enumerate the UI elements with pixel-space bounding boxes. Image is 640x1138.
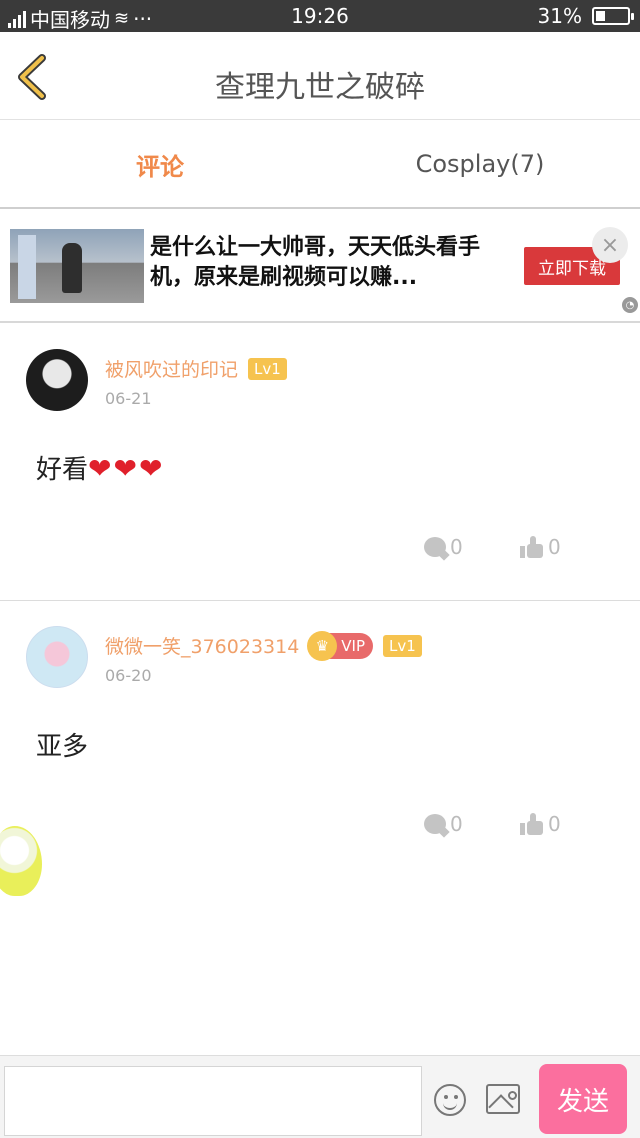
thumbs-up-icon xyxy=(520,536,544,558)
tab-bar: 评论 Cosplay(7) xyxy=(0,121,640,209)
ad-text[interactable]: 是什么让一大帅哥，天天低头看手机，原来是刷视频可以赚... xyxy=(150,233,510,293)
like-count: 0 xyxy=(548,812,561,836)
comment-input[interactable] xyxy=(4,1066,422,1136)
reply-count: 0 xyxy=(450,812,463,836)
comment-text-block: 亚多 xyxy=(36,726,88,763)
comment-bubble-icon xyxy=(424,814,446,834)
avatar[interactable] xyxy=(26,349,88,411)
comment-bubble-icon xyxy=(424,537,446,557)
battery-percent: 31% xyxy=(537,4,582,28)
like-button[interactable]: 0 xyxy=(520,812,561,836)
level-badge: Lv1 xyxy=(383,634,422,657)
ad-image-person xyxy=(62,243,82,293)
send-button[interactable]: 发送 xyxy=(539,1064,627,1134)
tab-cosplay[interactable]: Cosplay(7) xyxy=(320,121,640,207)
battery-fill xyxy=(596,11,606,21)
comment-date: 06-21 xyxy=(105,389,152,408)
top-navigation-bar: 查理九世之破碎 xyxy=(0,32,640,120)
battery-icon xyxy=(592,7,634,25)
thumbs-up-icon xyxy=(520,813,544,835)
ad-banner[interactable]: 是什么让一大帅哥，天天低头看手机，原来是刷视频可以赚... 立即下载 × ◔ xyxy=(0,211,640,323)
reply-button[interactable]: 0 xyxy=(424,812,463,836)
reply-button[interactable]: 0 xyxy=(424,535,463,559)
ad-marker-icon: ◔ xyxy=(622,297,638,313)
ad-image-pillar xyxy=(18,235,36,299)
like-count: 0 xyxy=(548,535,561,559)
emoji-icon[interactable] xyxy=(434,1084,466,1116)
comment-text: 亚多 xyxy=(36,732,89,762)
comment-text: 好看 xyxy=(36,455,89,485)
ad-image[interactable] xyxy=(10,229,144,303)
vip-badge: ♛ VIP xyxy=(307,630,374,661)
comment-text-block: 好看❤❤❤ xyxy=(36,449,164,486)
crown-icon: ♛ xyxy=(307,630,338,661)
vip-label: VIP xyxy=(341,636,366,655)
comment-username[interactable]: 被风吹过的印记 xyxy=(105,355,238,382)
comment-user-row: 被风吹过的印记 Lv1 xyxy=(105,355,287,382)
image-icon[interactable] xyxy=(486,1084,520,1114)
status-bar: 中国移动 ≋ ··· 19:26 31% xyxy=(0,0,640,32)
heart-emoji: ❤❤❤ xyxy=(88,452,165,485)
comment-item: 被风吹过的印记 Lv1 06-21 好看❤❤❤ 0 0 xyxy=(0,325,640,601)
status-right: 31% xyxy=(537,4,634,28)
comment-username[interactable]: 微微一笑_376023314 xyxy=(105,632,299,659)
level-badge: Lv1 xyxy=(248,357,287,380)
avatar[interactable] xyxy=(26,626,88,688)
comment-input-bar: 发送 xyxy=(0,1055,640,1138)
like-button[interactable]: 0 xyxy=(520,535,561,559)
comment-date: 06-20 xyxy=(105,666,152,685)
page-title: 查理九世之破碎 xyxy=(215,70,425,105)
reply-count: 0 xyxy=(450,535,463,559)
tab-comments[interactable]: 评论 xyxy=(0,121,320,207)
ad-close-icon[interactable]: × xyxy=(592,227,628,263)
comment-item: 微微一笑_376023314 ♛ VIP Lv1 06-20 亚多 0 0 xyxy=(0,602,640,878)
comment-user-row: 微微一笑_376023314 ♛ VIP Lv1 xyxy=(105,630,422,661)
